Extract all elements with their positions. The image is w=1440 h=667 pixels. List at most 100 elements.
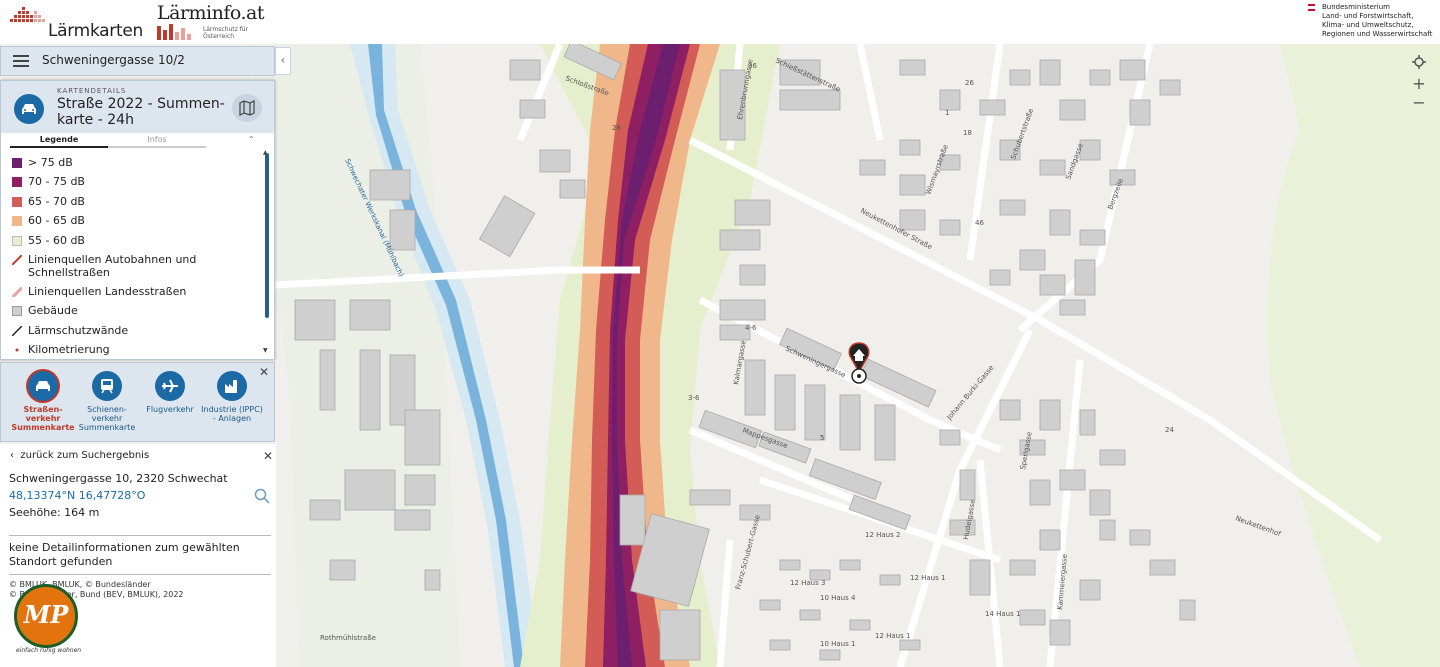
chevron-up-icon[interactable]: ⌃ [248, 135, 255, 144]
austria-flag-icon [1308, 4, 1315, 11]
legend-label: Linienquellen Landesstraßen [28, 284, 187, 298]
source-industry[interactable]: Industrie (IPPC) - Anlagen [200, 371, 264, 423]
ministry-line: Land- und Forstwirtschaft, [1322, 12, 1414, 20]
chevron-left-icon[interactable]: ‹ [275, 47, 291, 75]
zoom-out-icon[interactable]: − [1409, 93, 1429, 112]
source-road-traffic[interactable]: Straßen-verkehr Summenkarte [11, 371, 75, 432]
map-house-number: 1 [945, 109, 949, 117]
search-query[interactable]: Schweningergasse 10/2 [42, 53, 185, 67]
source-air-traffic[interactable]: Flugverkehr [138, 371, 202, 414]
plane-icon [155, 371, 185, 401]
map-house-number: 46 [975, 219, 984, 227]
no-detail-message: keine Detailinformationen zum gewählten … [9, 541, 240, 568]
close-icon[interactable]: ✕ [263, 449, 273, 463]
laermkarten-logo[interactable]: Lärmkarten [8, 3, 143, 41]
map-house-number: 12 Haus 3 [790, 579, 825, 587]
ministry-line: Klima- und Umweltschutz, [1322, 21, 1414, 29]
search-icon[interactable] [254, 488, 270, 504]
ministry-logo[interactable]: Bundesministerium Land- und Forstwirtsch… [1308, 3, 1438, 39]
noise-barrier-icon [12, 325, 22, 336]
ministry-line: Bundesministerium [1322, 3, 1390, 11]
laerminfo-logo-mark [157, 24, 191, 40]
divider [9, 535, 271, 536]
legend-item: > 75 dB [10, 153, 262, 172]
legend-label: Linienquellen Autobahnen und Schnellstra… [28, 252, 197, 279]
noise-source-selector: Straßen-verkehr Summenkarte Schienen-ver… [0, 362, 275, 442]
mp-tagline: einfach ruhig wohnen [16, 647, 82, 654]
legend-item: 70 - 75 dB [10, 172, 262, 191]
map-house-number: 26 [612, 124, 621, 132]
legend-swatch [12, 196, 22, 207]
source-label: Flugverkehr [146, 405, 194, 414]
laerminfo-logo[interactable]: Lärminfo.at Lärmschutz für Österreich [157, 2, 267, 42]
mp-logo-text: MP [23, 600, 69, 629]
source-rail-traffic[interactable]: Schienen-verkehr Summenkarte [75, 371, 139, 432]
menu-icon[interactable] [13, 55, 29, 67]
legend-label: 70 - 75 dB [28, 175, 85, 189]
legend-swatch [12, 158, 22, 168]
legend-swatch [12, 235, 22, 246]
legend-item: 60 - 65 dB [10, 211, 262, 230]
divider [9, 574, 271, 575]
source-label: Straßen-verkehr Summenkarte [11, 405, 75, 432]
location-coordinates[interactable]: 48,13374°N 16,47728°O [9, 489, 145, 502]
legend-scrollbar[interactable] [265, 153, 269, 318]
back-to-results-label: zurück zum Suchergebnis [20, 450, 150, 461]
legend-item: Linienquellen Landesstraßen [10, 282, 262, 301]
locate-icon[interactable] [1409, 54, 1429, 70]
map-details-panel: KARTENDETAILS Straße 2022 - Summen-karte… [0, 80, 275, 360]
map-icon[interactable] [232, 94, 262, 122]
map-house-number: 36 [748, 62, 757, 70]
legend-item: 55 - 60 dB [10, 231, 262, 250]
map-house-number: 10 Haus 4 [820, 594, 856, 602]
map-house-number: 3-6 [688, 394, 700, 402]
legend-label: Kilometrierung [28, 343, 110, 357]
laermkarten-logo-text: Lärmkarten [48, 21, 143, 41]
mp-logo: MP [14, 584, 78, 648]
zoom-in-icon[interactable]: + [1409, 74, 1429, 93]
tab-info[interactable]: Infos [108, 135, 206, 148]
map-house-number: 12 Haus 2 [865, 531, 900, 539]
legend-swatch [12, 177, 22, 188]
scroll-down-icon[interactable]: ▼ [263, 347, 268, 354]
map-house-number: 24 [1165, 426, 1174, 434]
factory-icon [217, 371, 247, 401]
map-house-number: 12 Haus 1 [910, 574, 945, 582]
legend-swatch [12, 306, 22, 317]
laerminfo-tagline: Lärmschutz für Österreich [203, 26, 249, 40]
map-house-number: 26 [965, 79, 974, 87]
line-source-state-road-icon [12, 286, 22, 297]
laerminfo-logo-text: Lärminfo.at [157, 2, 265, 24]
legend-item: Kilometrierung [10, 340, 262, 359]
map-house-number: 12 Haus 1 [875, 632, 910, 640]
map-details-header: KARTENDETAILS Straße 2022 - Summen-karte… [1, 81, 274, 133]
map-title: Straße 2022 - Summen-karte - 24h [57, 96, 225, 128]
search-bar[interactable]: Schweningergasse 10/2 [0, 46, 275, 76]
legend-item: Gebäude [10, 301, 262, 320]
location-info-panel: ‹ zurück zum Suchergebnis ✕ Schweningerg… [0, 444, 276, 667]
line-source-motorway-icon [12, 254, 22, 265]
car-icon [14, 94, 44, 124]
map-house-number: 18 [963, 129, 972, 137]
car-icon [28, 371, 58, 401]
legend-label: 60 - 65 dB [28, 214, 85, 228]
ministry-line: Regionen und Wasserwirtschaft [1322, 30, 1433, 38]
location-address: Schweningergasse 10, 2320 Schwechat [9, 472, 228, 485]
kilometer-marker-icon [15, 348, 19, 352]
back-to-results-link[interactable]: ‹ zurück zum Suchergebnis [10, 450, 149, 461]
legend-item: Linienquellen Autobahnen und Schnellstra… [10, 250, 262, 282]
map-house-number: 4-6 [745, 324, 757, 332]
close-icon[interactable]: ✕ [259, 365, 269, 379]
map-details-overline: KARTENDETAILS [57, 87, 127, 95]
map-house-number: 10 Haus 1 [820, 640, 855, 648]
legend-label: Gebäude [28, 304, 78, 318]
app-header: Lärmkarten Lärminfo.at Lärmschutz für Ös… [0, 0, 1440, 44]
legend-swatch [12, 216, 22, 227]
legend-list: > 75 dB 70 - 75 dB 65 - 70 dB 60 - 65 dB… [10, 153, 262, 360]
legend-item: 65 - 70 dB [10, 192, 262, 211]
tab-legend[interactable]: Legende [10, 135, 108, 148]
map-house-number: 5 [820, 434, 824, 442]
train-icon [92, 371, 122, 401]
location-elevation: Seehöhe: 164 m [9, 506, 100, 519]
legend-label: 55 - 60 dB [28, 233, 85, 247]
